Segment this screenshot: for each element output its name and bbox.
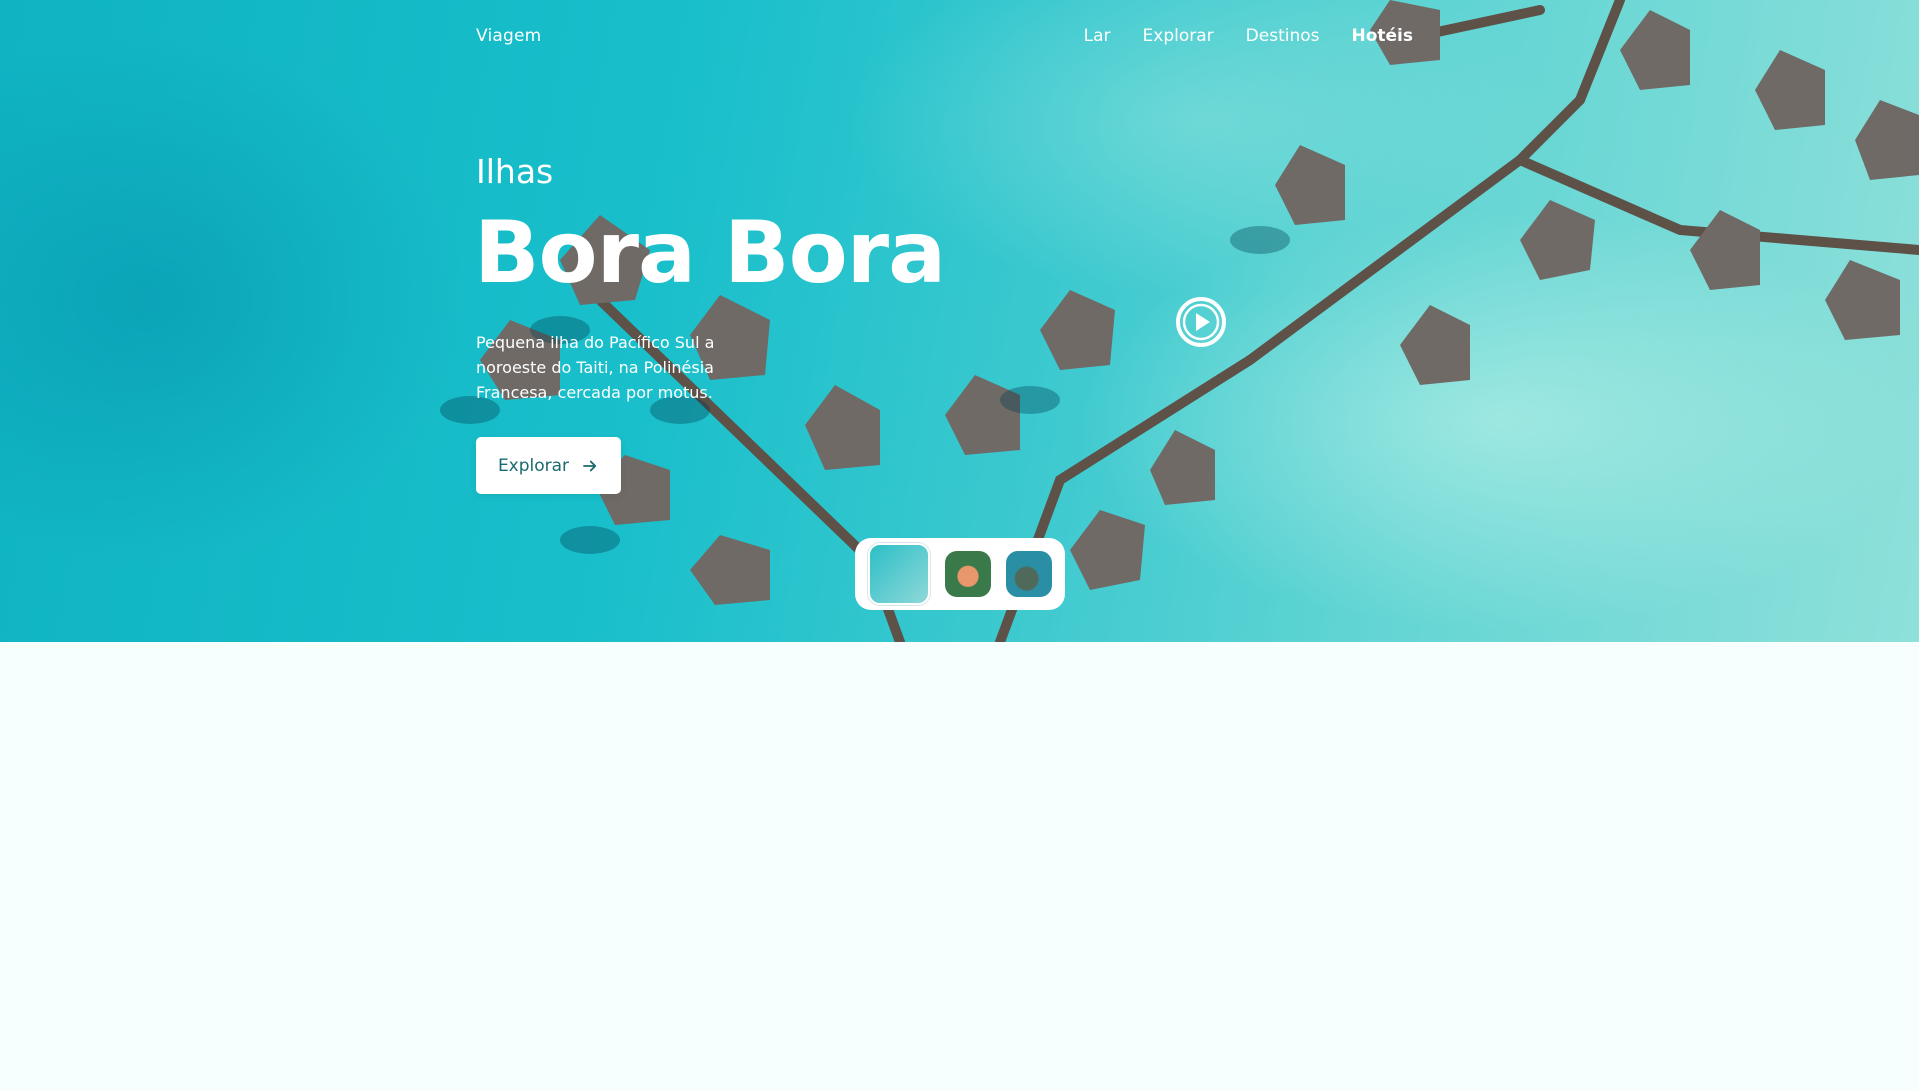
destination-thumbnails (855, 538, 1065, 610)
explore-button-label: Explorar (497, 455, 570, 476)
hero-subtitle: Ilhas (476, 152, 554, 191)
nav-item-lar[interactable]: Lar (1084, 26, 1111, 46)
main-nav: Lar Explorar Destinos Hotéis (1084, 26, 1413, 46)
hero-description: Pequena ilha do Pacífico Sul a noroeste … (476, 333, 715, 402)
nav-item-hoteis[interactable]: Hotéis (1351, 26, 1413, 46)
brand-logo[interactable]: Viagem (476, 26, 541, 46)
hero-title: Bora Bora (474, 203, 946, 303)
explore-button[interactable]: Explorar (476, 437, 621, 494)
thumbnail-overwater-bungalows[interactable] (868, 543, 931, 605)
arrow-right-icon (583, 460, 597, 471)
thumbnail-mountain-lagoon[interactable] (1005, 551, 1052, 597)
thumbnail-island-beach[interactable] (944, 551, 991, 597)
nav-item-destinos[interactable]: Destinos (1246, 26, 1320, 46)
nav-item-explorar[interactable]: Explorar (1143, 26, 1214, 46)
play-circle-icon[interactable] (1175, 296, 1227, 348)
hero-section: Viagem Lar Explorar Destinos Hotéis Ilha… (0, 0, 1919, 642)
